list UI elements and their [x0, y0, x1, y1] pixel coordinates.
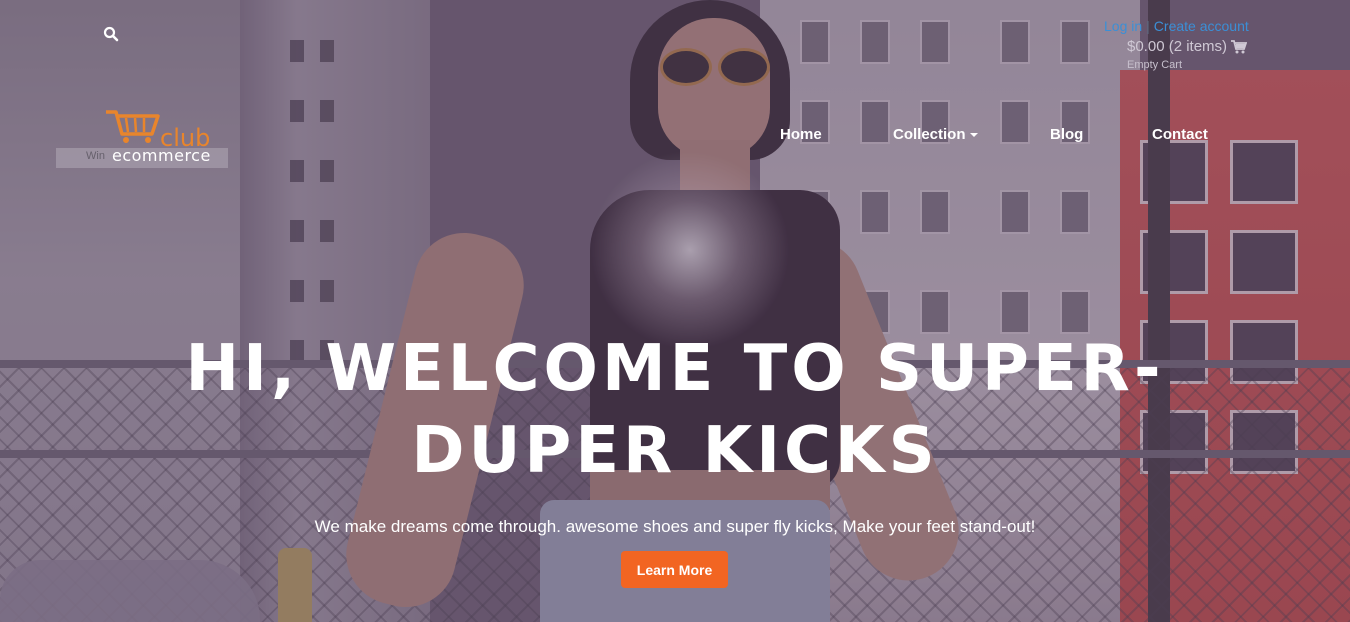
- shopping-cart-icon: [1231, 39, 1248, 53]
- logo-text-ecommerce: ecommerce: [112, 146, 211, 165]
- nav-item-blog[interactable]: Blog: [1050, 126, 1083, 143]
- nav-item-contact[interactable]: Contact: [1152, 126, 1208, 143]
- cart-summary-text: $0.00 (2 items): [1127, 38, 1228, 55]
- logo-ghost-text: Win: [86, 150, 105, 162]
- create-account-link[interactable]: Create account: [1154, 18, 1249, 34]
- hero-title: HI, WELCOME TO SUPER-DUPER KICKS: [185, 332, 1165, 488]
- chevron-down-icon: [969, 133, 978, 138]
- logo-cart-icon: [106, 110, 160, 143]
- search-icon: [103, 26, 119, 42]
- nav-item-home[interactable]: Home: [780, 126, 822, 143]
- login-link[interactable]: Log in: [1104, 18, 1142, 34]
- account-links: Log in | Create account: [1104, 18, 1249, 34]
- site-logo[interactable]: Win club ecommerce: [56, 108, 231, 170]
- nav-item-collection-label: Collection: [893, 126, 966, 143]
- search-button[interactable]: [103, 26, 119, 42]
- hero-subtitle: We make dreams come through. awesome sho…: [314, 517, 1036, 536]
- nav-item-collection[interactable]: Collection: [893, 126, 978, 143]
- empty-cart-link[interactable]: Empty Cart: [1127, 59, 1182, 71]
- account-separator: |: [1146, 18, 1150, 34]
- cart-summary[interactable]: $0.00 (2 items): [1127, 38, 1248, 55]
- learn-more-button[interactable]: Learn More: [621, 551, 728, 588]
